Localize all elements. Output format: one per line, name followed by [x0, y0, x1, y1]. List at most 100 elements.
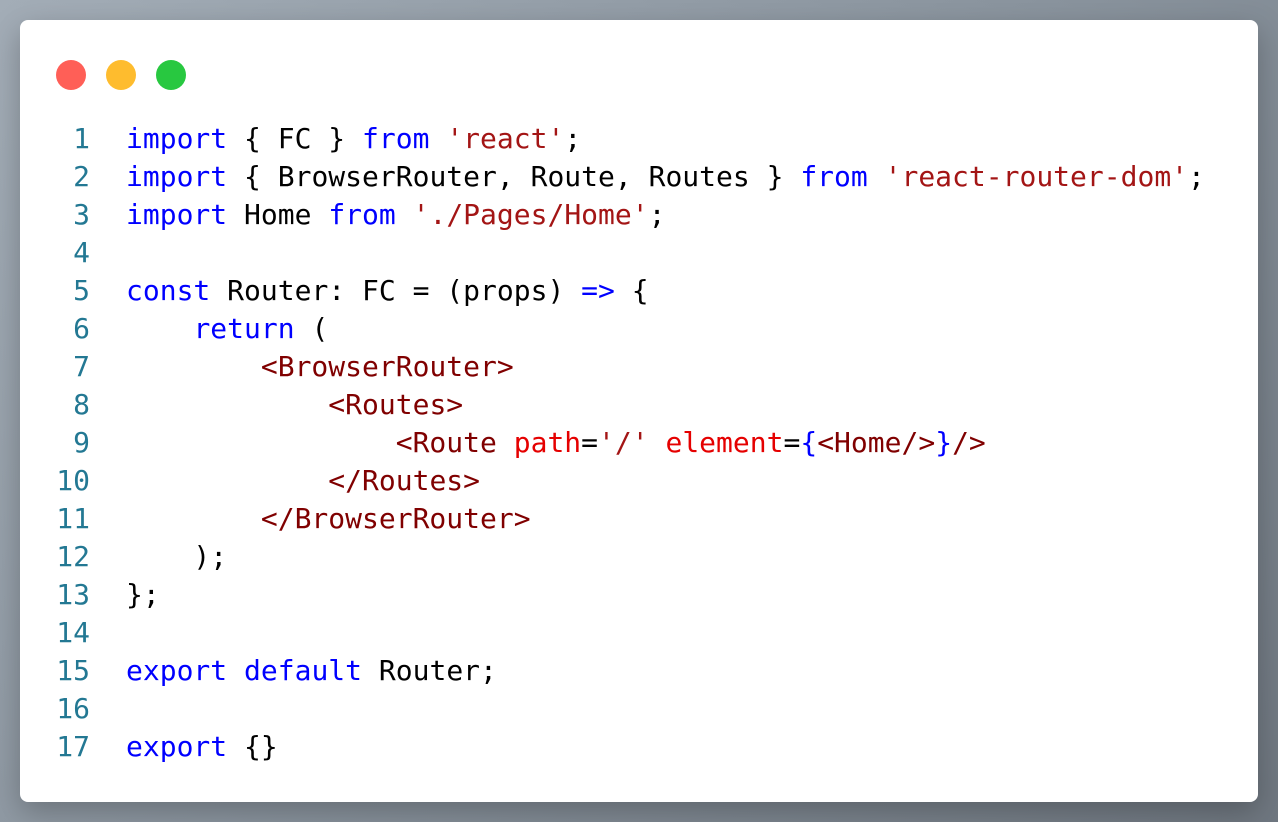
line-source: import { BrowserRouter, Route, Routes } …	[126, 158, 1205, 196]
token-str: 'react'	[446, 122, 565, 155]
token-kw: }	[935, 426, 953, 459]
code-line: 9 <Route path='/' element={<Home/>}/>	[20, 424, 1205, 462]
token-txt: {}	[227, 730, 278, 763]
token-txt: Home	[227, 198, 329, 231]
code-line: 17 export {}	[20, 728, 1205, 766]
token-tag: <Home/>	[817, 426, 936, 459]
line-source: import { FC } from 'react';	[126, 120, 581, 158]
token-txt: { FC }	[227, 122, 363, 155]
code-line: 2 import { BrowserRouter, Route, Routes }…	[20, 158, 1205, 196]
token-tag: <Routes>	[328, 388, 464, 421]
line-number: 9	[73, 426, 90, 459]
code-line: 6 return (	[20, 310, 1205, 348]
token-txt: (	[294, 312, 329, 345]
line-source: import Home from './Pages/Home';	[126, 196, 665, 234]
code-line: 15 export default Router;	[20, 652, 1205, 690]
token-tag: <BrowserRouter>	[260, 350, 514, 383]
line-source: <Routes>	[126, 386, 463, 424]
line-number: 6	[73, 312, 90, 345]
code-line: 14	[20, 614, 1205, 652]
token-txt: {	[614, 274, 649, 307]
token-tag: </Routes>	[328, 464, 481, 497]
token-txt: =	[581, 426, 599, 459]
token-kw: return	[193, 312, 295, 345]
token-str: './Pages/Home'	[412, 198, 649, 231]
code-line: 4	[20, 234, 1205, 272]
token-txt: Router: FC = (props)	[210, 274, 582, 307]
token-attr: element	[665, 426, 784, 459]
token-txt: ;	[648, 198, 666, 231]
token-kw: export	[126, 730, 228, 763]
token-tag: </BrowserRouter>	[260, 502, 531, 535]
line-source: <BrowserRouter>	[126, 348, 514, 386]
token-attr: path	[513, 426, 582, 459]
token-str: 'react-router-dom'	[884, 160, 1189, 193]
token-kw: from	[800, 160, 868, 193]
close-window-button[interactable]	[56, 60, 86, 90]
line-number: 15	[56, 654, 90, 687]
token-kw: import	[126, 122, 228, 155]
token-txt: ;	[564, 122, 582, 155]
code-block: 1 import { FC } from 'react'; 2 import { Br…	[20, 120, 1205, 766]
token-txt: };	[126, 578, 160, 611]
token-kw: export	[126, 654, 228, 687]
token-str: '/'	[598, 426, 649, 459]
token-tag: />	[952, 426, 986, 459]
line-source: return (	[126, 310, 328, 348]
token-kw: const	[126, 274, 211, 307]
token-txt: ;	[1188, 160, 1205, 193]
line-source: export {}	[126, 728, 278, 766]
token-txt: );	[126, 540, 228, 573]
token-kw: {	[800, 426, 818, 459]
code-line: 11 </BrowserRouter>	[20, 500, 1205, 538]
line-number: 13	[56, 578, 90, 611]
minimize-window-button[interactable]	[106, 60, 136, 90]
token-txt: Router;	[362, 654, 497, 687]
line-number: 1	[73, 122, 90, 155]
line-number: 17	[56, 730, 90, 763]
code-line: 7 <BrowserRouter>	[20, 348, 1205, 386]
code-line: 13};	[20, 576, 1205, 614]
code-line: 16	[20, 690, 1205, 728]
code-line: 1 import { FC } from 'react';	[20, 120, 1205, 158]
code-window: 1 import { FC } from 'react'; 2 import { Br…	[20, 20, 1258, 802]
line-number: 10	[56, 464, 90, 497]
token-kw: =>	[581, 274, 615, 307]
line-number: 8	[73, 388, 90, 421]
token-kw: default	[244, 654, 363, 687]
line-number: 7	[73, 350, 90, 383]
token-kw: from	[362, 122, 430, 155]
line-number: 3	[73, 198, 90, 231]
token-kw: from	[328, 198, 396, 231]
line-source: </Routes>	[126, 462, 480, 500]
token-kw: import	[126, 160, 228, 193]
line-number: 5	[73, 274, 90, 307]
line-number: 12	[56, 540, 90, 573]
maximize-window-button[interactable]	[156, 60, 186, 90]
line-number: 4	[73, 236, 90, 269]
token-tag: <Route	[395, 426, 497, 459]
token-txt: { BrowserRouter, Route, Routes }	[227, 160, 801, 193]
line-source: <Route path='/' element={<Home/>}/>	[126, 424, 986, 462]
code-line: 8 <Routes>	[20, 386, 1205, 424]
line-number: 14	[56, 616, 90, 649]
line-number: 2	[73, 160, 90, 193]
code-line: 10 </Routes>	[20, 462, 1205, 500]
line-source: );	[126, 538, 227, 576]
token-txt: =	[783, 426, 801, 459]
line-source: const Router: FC = (props) => {	[126, 272, 649, 310]
code-line: 5 const Router: FC = (props) => {	[20, 272, 1205, 310]
code-line: 12 );	[20, 538, 1205, 576]
